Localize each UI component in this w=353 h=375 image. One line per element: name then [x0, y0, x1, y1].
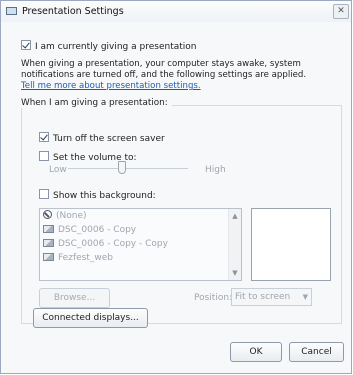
none-icon: [43, 210, 52, 219]
list-item[interactable]: Fezfest_web: [40, 251, 241, 265]
screen-saver-checkbox[interactable]: [39, 132, 49, 142]
presentation-settings-dialog: Presentation Settings ✕ I am currently g…: [0, 0, 352, 374]
presentation-checkbox-row[interactable]: I am currently giving a presentation: [21, 40, 196, 52]
learn-more-link[interactable]: Tell me more about presentation settings…: [21, 81, 201, 91]
background-list[interactable]: (None) DSC_0006 - Copy DSC_0006 - Copy -…: [39, 208, 242, 281]
volume-slider-track: [68, 168, 188, 169]
volume-high-label: High: [205, 165, 226, 175]
image-icon: [43, 239, 54, 247]
close-button[interactable]: ✕: [333, 4, 349, 19]
background-label: Show this background:: [53, 191, 156, 201]
chevron-down-icon: ▼: [302, 293, 308, 301]
background-row[interactable]: Show this background:: [39, 189, 156, 201]
description-text: When giving a presentation, your compute…: [21, 59, 307, 80]
volume-low-label: Low: [49, 165, 67, 175]
position-select[interactable]: Fit to screen ▼: [231, 288, 312, 306]
window-title: Presentation Settings: [22, 6, 124, 17]
image-icon: [43, 253, 54, 261]
position-label: Position:: [194, 293, 233, 303]
list-scrollbar[interactable]: ▲ ▼: [228, 209, 241, 280]
presentation-checkbox-label: I am currently giving a presentation: [35, 42, 197, 52]
cancel-button[interactable]: Cancel: [289, 342, 344, 362]
volume-slider-thumb[interactable]: [118, 161, 126, 174]
scroll-up-icon[interactable]: ▲: [229, 210, 241, 222]
scroll-down-icon[interactable]: ▼: [229, 267, 241, 279]
group-title: When I am giving a presentation:: [21, 98, 172, 108]
list-item[interactable]: (None): [40, 209, 241, 223]
presentation-icon: [6, 7, 17, 15]
presentation-checkbox[interactable]: [21, 40, 31, 50]
volume-checkbox[interactable]: [39, 151, 49, 161]
ok-button[interactable]: OK: [230, 342, 282, 362]
image-icon: [43, 225, 54, 233]
title-bar: Presentation Settings ✕: [1, 1, 351, 22]
background-preview: [251, 208, 331, 281]
browse-button[interactable]: Browse...: [39, 288, 110, 308]
background-checkbox[interactable]: [39, 189, 49, 199]
dialog-content: I am currently giving a presentation Whe…: [1, 22, 351, 373]
position-value: Fit to screen: [235, 292, 291, 302]
list-item[interactable]: DSC_0006 - Copy: [40, 223, 241, 237]
screen-saver-row[interactable]: Turn off the screen saver: [39, 132, 165, 144]
screen-saver-label: Turn off the screen saver: [53, 134, 165, 144]
close-icon: ✕: [337, 6, 345, 16]
connected-displays-button[interactable]: Connected displays...: [33, 308, 148, 328]
list-item[interactable]: DSC_0006 - Copy - Copy: [40, 237, 241, 251]
